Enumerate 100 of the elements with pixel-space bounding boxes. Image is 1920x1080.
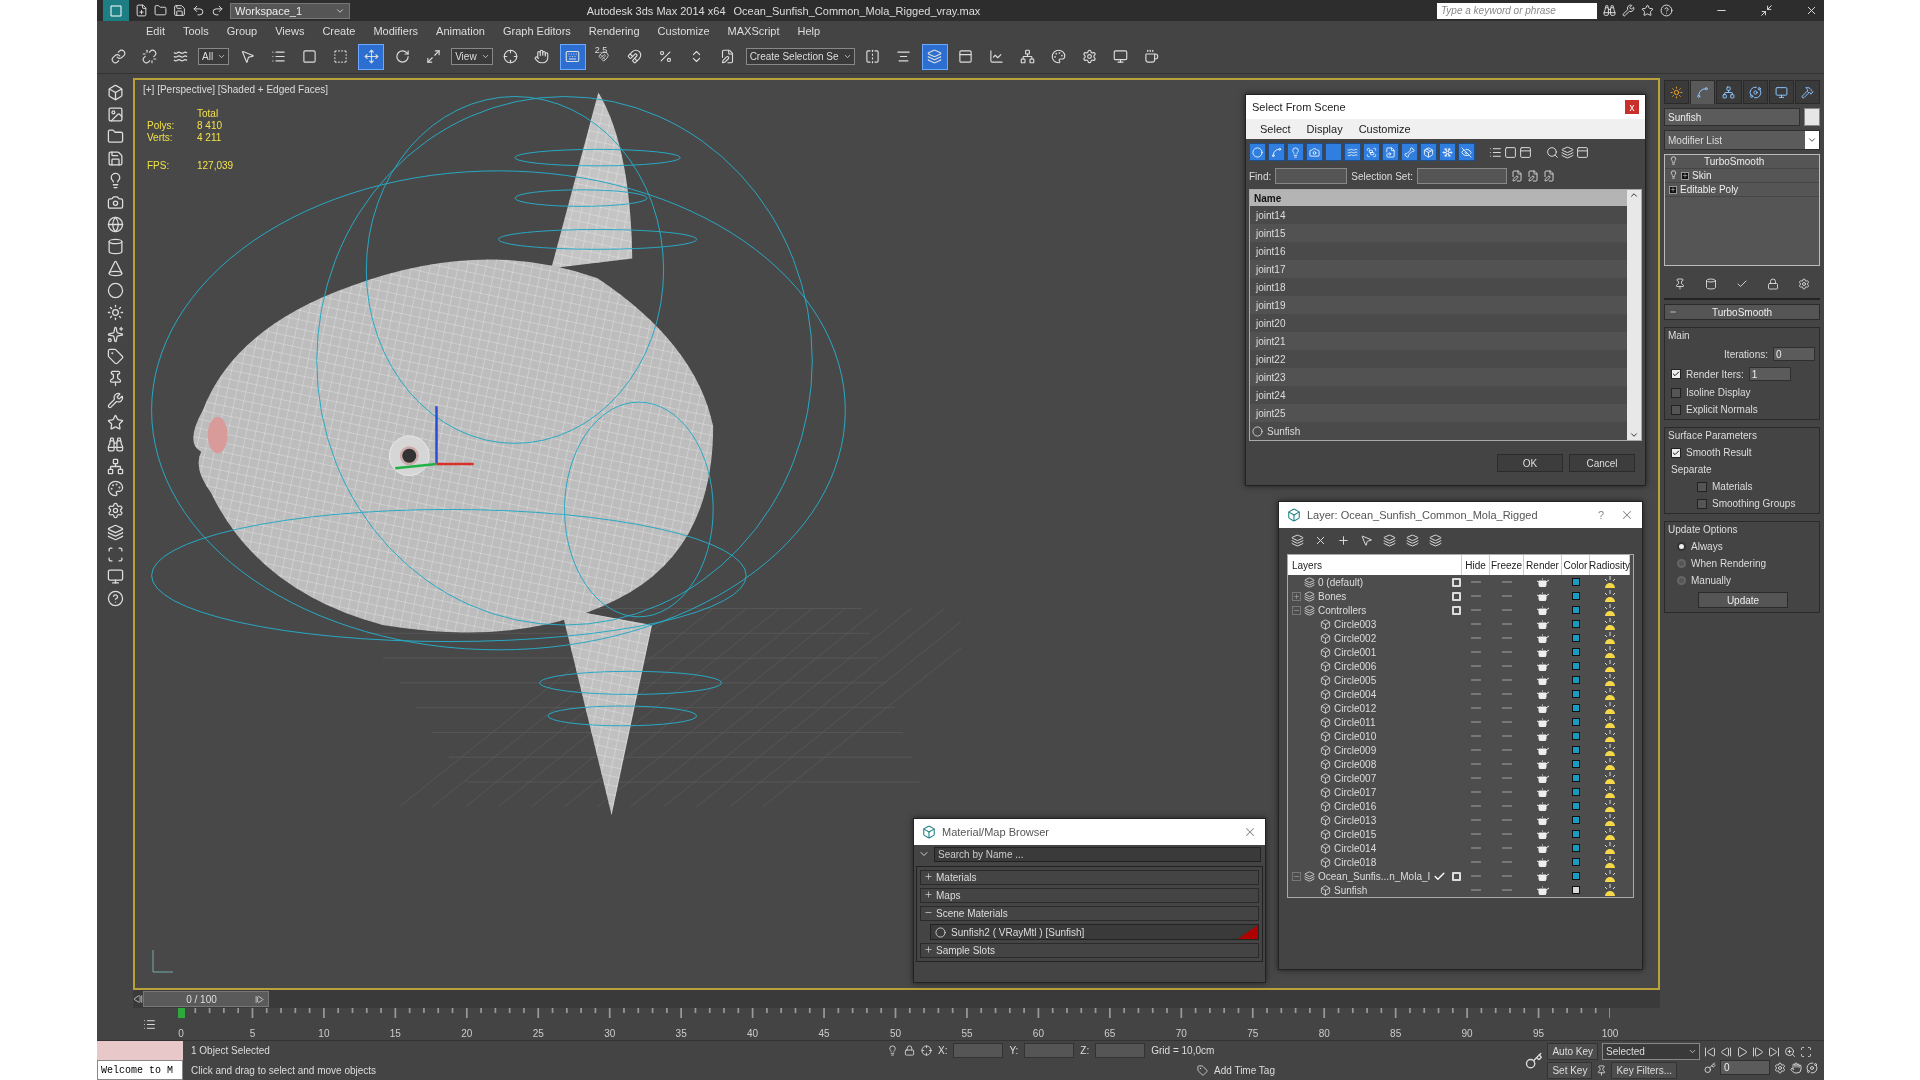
- help-button[interactable]: ?: [1587, 509, 1614, 521]
- layer-row[interactable]: Circle009: [1288, 743, 1450, 757]
- layer-row[interactable]: Circle007: [1288, 771, 1450, 785]
- menu-item[interactable]: Animation: [427, 24, 494, 37]
- toolbar-dropdown[interactable]: All: [198, 48, 230, 65]
- search-field[interactable]: Search by Name ...: [934, 846, 1261, 862]
- layer-row[interactable]: Circle013: [1288, 813, 1450, 827]
- object-name[interactable]: joint21: [1256, 335, 1286, 347]
- layer-row[interactable]: Circle001: [1288, 645, 1450, 659]
- workspace-dropdown[interactable]: Workspace_1: [230, 2, 350, 19]
- layer-row[interactable]: Bones: [1288, 589, 1450, 603]
- object-name[interactable]: joint23: [1256, 371, 1286, 383]
- layer-row[interactable]: Circle006: [1288, 659, 1450, 673]
- layer-row[interactable]: Circle003: [1288, 617, 1450, 631]
- checkbox-label: Explicit Normals: [1686, 404, 1758, 415]
- material-item[interactable]: Sunfish2 ( VRayMtl ) [Sunfish]: [930, 924, 1259, 940]
- menu-item[interactable]: Group: [217, 24, 267, 37]
- column-header[interactable]: Color: [1562, 555, 1590, 575]
- auto-key-button[interactable]: Auto Key: [1547, 1042, 1598, 1060]
- cancel-button[interactable]: Cancel: [1569, 454, 1635, 472]
- menu-item[interactable]: Display: [1298, 123, 1351, 135]
- tick-label: 100: [1601, 1028, 1619, 1039]
- menu-item[interactable]: Edit: [137, 24, 174, 37]
- layer-row[interactable]: 0 (default): [1288, 575, 1450, 589]
- layer-row[interactable]: Circle015: [1288, 827, 1450, 841]
- column-header[interactable]: Radiosity: [1590, 555, 1630, 575]
- layer-row[interactable]: Circle004: [1288, 687, 1450, 701]
- modifier-stack-item[interactable]: Editable Poly: [1665, 183, 1819, 197]
- toolbar-dropdown[interactable]: Create Selection Se: [745, 48, 855, 65]
- layer-row[interactable]: Circle014: [1288, 841, 1450, 855]
- key-filters-button[interactable]: Key Filters...: [1611, 1061, 1677, 1079]
- search-field[interactable]: Type a keyword or phrase: [1437, 2, 1597, 19]
- layer-row[interactable]: Circle012: [1288, 701, 1450, 715]
- object-name[interactable]: joint24: [1256, 389, 1286, 401]
- object-name[interactable]: joint18: [1256, 281, 1286, 293]
- menu-item[interactable]: Customize: [1350, 123, 1419, 135]
- layer-row[interactable]: Circle018: [1288, 855, 1450, 869]
- menu-item[interactable]: MAXScript: [718, 24, 789, 37]
- menu-item[interactable]: Create: [313, 24, 365, 37]
- object-name[interactable]: joint19: [1256, 299, 1286, 311]
- layer-row[interactable]: Circle005: [1288, 673, 1450, 687]
- group-header[interactable]: Sample Slots: [920, 943, 1259, 958]
- menu-item[interactable]: Tools: [173, 24, 218, 37]
- menu-item[interactable]: Customize: [648, 24, 719, 37]
- layer-row[interactable]: Circle010: [1288, 729, 1450, 743]
- key-mode-dropdown[interactable]: Selected: [1602, 1042, 1700, 1060]
- stats-heading: Total: [197, 108, 220, 119]
- toolbar-dropdown[interactable]: View: [451, 48, 493, 65]
- object-name-field[interactable]: Sunfish: [1664, 108, 1800, 126]
- column-header[interactable]: Name: [1250, 190, 1627, 206]
- tick-label: 10: [318, 1028, 330, 1039]
- layer-row[interactable]: Sunfish: [1288, 883, 1450, 897]
- menu-item[interactable]: Modifiers: [364, 24, 428, 37]
- object-name[interactable]: joint15: [1256, 227, 1286, 239]
- object-name[interactable]: joint25: [1256, 407, 1286, 419]
- group-header[interactable]: Maps: [920, 888, 1259, 903]
- layer-row[interactable]: Circle008: [1288, 757, 1450, 771]
- menu-item[interactable]: Select: [1252, 123, 1299, 135]
- column-header[interactable]: Render: [1524, 555, 1562, 575]
- tick-label: 5: [249, 1028, 256, 1039]
- close-button[interactable]: x: [1625, 100, 1639, 114]
- group-box: Main Iterations: 0 Render Iters: 1 Isoline Display Explicit Normals: [1664, 327, 1820, 420]
- column-header[interactable]: Hide: [1462, 555, 1490, 575]
- menu-item[interactable]: Rendering: [579, 24, 649, 37]
- dialog-title: Layer: Ocean_Sunfish_Common_Mola_Rigged: [1307, 509, 1539, 521]
- column-header[interactable]: Layers: [1288, 555, 1462, 575]
- frame-field[interactable]: 0: [1720, 1060, 1770, 1075]
- layer-row[interactable]: Controllers: [1288, 603, 1450, 617]
- object-name[interactable]: joint22: [1256, 353, 1286, 365]
- layer-row[interactable]: Circle011: [1288, 715, 1450, 729]
- render-iters-spinner[interactable]: 1: [1748, 367, 1791, 381]
- object-name[interactable]: joint17: [1256, 263, 1286, 275]
- modifier-list-dropdown[interactable]: Modifier List: [1664, 130, 1820, 150]
- object-name[interactable]: joint16: [1256, 245, 1286, 257]
- tick-label: 15: [389, 1028, 401, 1039]
- object-name[interactable]: joint14: [1256, 209, 1286, 221]
- prompt-text: Click and drag to select and move objects: [191, 1064, 378, 1076]
- modifier-stack-item[interactable]: TurboSmooth: [1665, 155, 1819, 169]
- object-name[interactable]: joint20: [1256, 317, 1286, 329]
- menu-item[interactable]: Views: [266, 24, 314, 37]
- rollout-header[interactable]: TurboSmooth: [1664, 304, 1820, 320]
- column-header[interactable]: Freeze: [1490, 555, 1524, 575]
- viewport-label[interactable]: [+] [Perspective] [Shaded + Edged Faces]: [143, 84, 329, 95]
- group-header[interactable]: Materials: [920, 870, 1259, 885]
- menu-item[interactable]: Help: [788, 24, 830, 37]
- iterations-spinner[interactable]: 0: [1773, 347, 1815, 361]
- layer-row[interactable]: Circle017: [1288, 785, 1450, 799]
- update-button[interactable]: Update: [1698, 592, 1788, 608]
- ok-button[interactable]: OK: [1497, 454, 1563, 472]
- add-time-tag-label[interactable]: Add Time Tag: [1214, 1064, 1275, 1076]
- menu-item[interactable]: Graph Editors: [493, 24, 580, 37]
- object-name[interactable]: Sunfish: [1267, 425, 1301, 437]
- layer-row[interactable]: Circle016: [1288, 799, 1450, 813]
- toolbar-button[interactable]: 2.5: [590, 43, 617, 70]
- group-header[interactable]: Scene Materials: [920, 906, 1259, 921]
- set-key-button[interactable]: Set Key: [1547, 1061, 1593, 1079]
- layer-row[interactable]: Circle002: [1288, 631, 1450, 645]
- time-slider-thumb[interactable]: 0 / 100: [143, 991, 269, 1007]
- modifier-stack-item[interactable]: Skin: [1665, 169, 1819, 183]
- layer-row[interactable]: Ocean_Sunfis...n_Mola_I: [1288, 869, 1450, 883]
